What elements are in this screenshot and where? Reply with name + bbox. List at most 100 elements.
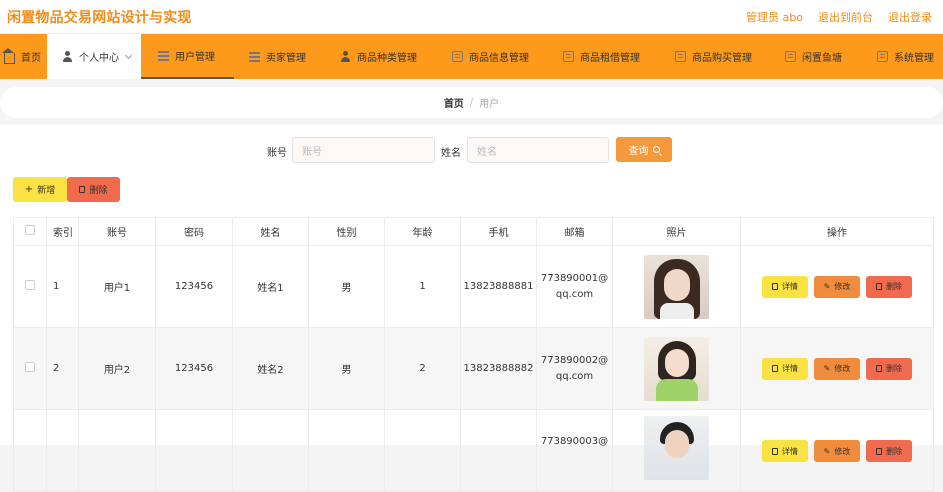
nav-item-label: 商品购买管理	[692, 53, 752, 64]
row-delete-button-label: 删除	[886, 446, 902, 456]
cell-photo	[612, 409, 741, 492]
edit-button[interactable]: ✎ 修改	[814, 357, 860, 380]
nav-item-categories[interactable]: 商品种类管理	[327, 34, 438, 79]
nav-item-label: 首页	[21, 53, 41, 64]
cell-actions: 详情 ✎ 修改 删除	[740, 245, 934, 328]
email-line: 773890002@	[540, 354, 609, 366]
cell-index	[46, 409, 79, 492]
home-icon	[2, 48, 15, 64]
user-photo	[644, 254, 709, 319]
delete-button[interactable]: 删除	[67, 177, 120, 202]
column-header: 密码	[155, 217, 233, 246]
nav-item-purchases[interactable]: 商品购买管理	[661, 34, 771, 79]
edit-button-label: 修改	[834, 364, 851, 373]
email-line: 773890001@	[540, 272, 609, 284]
nav-item-fishpond[interactable]: 闲置鱼塘	[771, 34, 863, 79]
cell-index: 2	[46, 327, 79, 410]
nav-item-profile[interactable]: 个人中心	[47, 34, 141, 79]
user-photo	[644, 336, 709, 401]
nav-item-label: 商品种类管理	[357, 53, 417, 64]
site-title: 闲置物品交易网站设计与实现	[7, 10, 192, 26]
search-button[interactable]: 查询	[616, 137, 672, 162]
cell-phone: 13823888881	[460, 245, 537, 328]
users-table: 索引 账号 密码 姓名 性别 年龄 手机 邮箱 照片 操作 1 用户1 1234…	[13, 217, 934, 492]
search-form: 账号 账号 姓名 姓名 查询	[0, 137, 943, 163]
breadcrumb-home[interactable]: 首页	[444, 95, 464, 110]
logout-link[interactable]: 退出登录	[888, 9, 932, 25]
row-delete-button[interactable]: 删除	[866, 357, 912, 380]
list-icon	[249, 51, 260, 62]
pencil-icon: ✎	[823, 446, 831, 456]
checkbox[interactable]	[25, 225, 35, 235]
cell-name: 姓名2	[232, 327, 309, 410]
user-icon	[62, 51, 73, 62]
detail-button[interactable]: 详情	[762, 440, 808, 462]
nav-item-rentals[interactable]: 商品租借管理	[549, 34, 661, 79]
account-label: 账号	[267, 148, 287, 159]
user-icon	[340, 51, 351, 62]
checkbox[interactable]	[25, 362, 35, 372]
exit-to-frontend-link[interactable]: 退出到前台	[818, 9, 873, 25]
checkbox[interactable]	[25, 280, 35, 290]
table-row: 773890003@ 详情 ✎ 修改 删除	[13, 409, 934, 492]
nav-item-users[interactable]: 用户管理	[141, 34, 234, 79]
cell-email: 773890002@ qq.com	[536, 327, 613, 410]
row-checkbox-cell[interactable]	[13, 245, 47, 328]
cell-index: 1	[46, 245, 79, 328]
cell-account: 用户2	[78, 327, 156, 410]
row-delete-button[interactable]: 删除	[866, 440, 912, 462]
cell-name: 姓名1	[232, 245, 309, 328]
row-delete-button-label: 删除	[886, 364, 902, 373]
nav-item-home[interactable]: 首页	[0, 34, 47, 79]
column-header: 账号	[78, 217, 156, 246]
nav-item-system[interactable]: 系统管理	[863, 34, 943, 79]
row-checkbox-cell[interactable]	[13, 327, 47, 410]
edit-button[interactable]: ✎ 修改	[814, 275, 860, 298]
box-icon	[785, 51, 796, 62]
cell-phone: 13823888882	[460, 327, 537, 410]
cell-phone	[460, 409, 537, 492]
trash-icon	[79, 186, 86, 193]
detail-button[interactable]: 详情	[762, 357, 808, 380]
cell-account: 用户1	[78, 245, 156, 328]
cell-email: 773890003@	[536, 409, 613, 492]
box-icon	[675, 51, 686, 62]
nav-item-label: 商品信息管理	[469, 53, 529, 64]
detail-button[interactable]: 详情	[762, 275, 808, 298]
cell-password: 123456	[155, 327, 233, 410]
edit-button[interactable]: ✎ 修改	[814, 440, 860, 462]
add-button[interactable]: + 新增	[13, 177, 67, 202]
detail-button-label: 详情	[782, 282, 798, 291]
name-input[interactable]: 姓名	[467, 137, 609, 163]
row-checkbox-cell[interactable]	[13, 409, 47, 492]
add-button-label: 新增	[37, 186, 56, 196]
detail-button-label: 详情	[782, 446, 798, 456]
trash-icon	[876, 283, 882, 290]
column-header: 邮箱	[536, 217, 613, 246]
breadcrumb: 首页 / 用户	[0, 87, 943, 118]
column-header: 照片	[612, 217, 741, 246]
search-button-label: 查询	[628, 146, 649, 157]
email-line: 773890003@	[540, 436, 609, 447]
nav-item-sellers[interactable]: 卖家管理	[234, 34, 327, 79]
row-delete-button-label: 删除	[886, 282, 902, 291]
box-icon	[452, 51, 463, 62]
nav-item-label: 闲置鱼塘	[802, 53, 842, 64]
select-all-checkbox-cell[interactable]	[13, 217, 47, 246]
breadcrumb-separator: /	[469, 97, 474, 108]
admin-user-link[interactable]: 管理员 abo	[746, 9, 803, 25]
cell-gender: 男	[308, 245, 385, 328]
nav-item-label: 商品租借管理	[580, 53, 640, 64]
account-input[interactable]: 账号	[292, 137, 435, 163]
cell-account	[78, 409, 156, 492]
table-row: 2 用户2 123456 姓名2 男 2 13823888882 7738900…	[13, 327, 934, 410]
nav-item-goods-info[interactable]: 商品信息管理	[438, 34, 549, 79]
row-delete-button[interactable]: 删除	[866, 275, 912, 298]
header-links: 管理员 abo 退出到前台 退出登录	[746, 9, 932, 25]
cell-gender	[308, 409, 385, 492]
cell-photo	[612, 245, 741, 328]
nav-item-label: 卖家管理	[266, 53, 306, 64]
nav-item-label: 个人中心	[79, 53, 119, 64]
pencil-icon: ✎	[823, 282, 831, 291]
top-header: 闲置物品交易网站设计与实现 管理员 abo 退出到前台 退出登录	[0, 0, 943, 34]
